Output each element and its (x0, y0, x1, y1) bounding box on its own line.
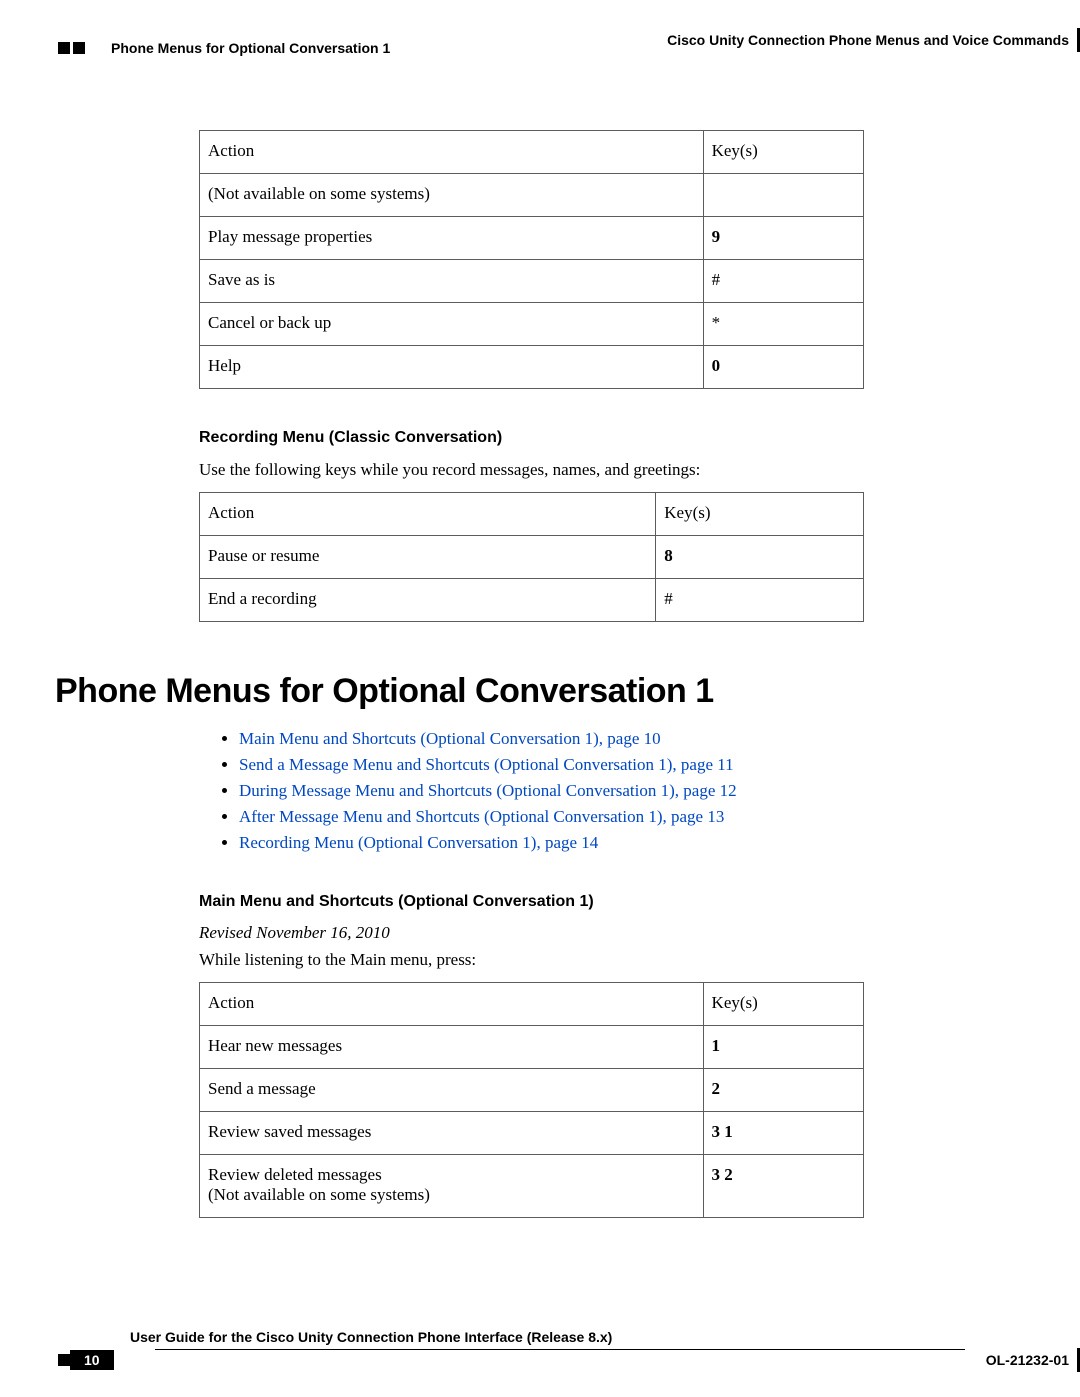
link-after-message[interactable]: After Message Menu and Shortcuts (Option… (239, 807, 724, 826)
header-section-title: Phone Menus for Optional Conversation 1 (111, 40, 390, 56)
table-row: Pause or resume 8 (200, 535, 864, 578)
list-item: During Message Menu and Shortcuts (Optio… (239, 781, 880, 801)
table-row: Action Key(s) (200, 492, 864, 535)
list-item: Recording Menu (Optional Conversation 1)… (239, 833, 880, 853)
list-item: After Message Menu and Shortcuts (Option… (239, 807, 880, 827)
cell-key: # (703, 260, 863, 303)
table-row: Cancel or back up * (200, 303, 864, 346)
cell-action: (Not available on some systems) (200, 174, 704, 217)
cell-key: * (703, 303, 863, 346)
cell-key: 2 (703, 1068, 863, 1111)
col-action-header: Action (200, 492, 656, 535)
cell-key: 0 (703, 346, 863, 389)
cell-key: 9 (703, 217, 863, 260)
header-right: Cisco Unity Connection Phone Menus and V… (667, 28, 1080, 52)
cell-action: End a recording (200, 578, 656, 621)
cell-action: Hear new messages (200, 1025, 704, 1068)
header-square-2 (73, 42, 85, 54)
cell-action: Help (200, 346, 704, 389)
footer-square (58, 1354, 70, 1366)
col-key-header: Key(s) (703, 131, 863, 174)
table-recording: Action Key(s) Pause or resume 8 End a re… (199, 492, 864, 622)
cell-key (703, 174, 863, 217)
page-title: Phone Menus for Optional Conversation 1 (55, 672, 880, 711)
cell-action: Cancel or back up (200, 303, 704, 346)
footer-guide-title: User Guide for the Cisco Unity Connectio… (130, 1329, 1080, 1345)
cell-key: 3 1 (703, 1111, 863, 1154)
cell-action: Save as is (200, 260, 704, 303)
cell-action: Review deleted messages (Not available o… (200, 1154, 704, 1217)
link-recording[interactable]: Recording Menu (Optional Conversation 1)… (239, 833, 598, 852)
footer-rule (155, 1349, 965, 1350)
link-during-message[interactable]: During Message Menu and Shortcuts (Optio… (239, 781, 737, 800)
recording-heading: Recording Menu (Classic Conversation) (199, 429, 880, 447)
header-doc-title: Cisco Unity Connection Phone Menus and V… (667, 32, 1069, 48)
cell-action-main: Review deleted messages (208, 1165, 382, 1184)
col-action-header: Action (200, 131, 704, 174)
mainmenu-intro: While listening to the Main menu, press: (199, 949, 880, 972)
table-mainmenu: Action Key(s) Hear new messages 1 Send a… (199, 982, 864, 1218)
mainmenu-heading: Main Menu and Shortcuts (Optional Conver… (199, 893, 880, 911)
cell-action: Review saved messages (200, 1111, 704, 1154)
table-row: Hear new messages 1 (200, 1025, 864, 1068)
list-item: Main Menu and Shortcuts (Optional Conver… (239, 729, 880, 749)
cell-key: # (656, 578, 864, 621)
table-row: Action Key(s) (200, 131, 864, 174)
revised-date: Revised November 16, 2010 (199, 923, 880, 943)
table-row: Help 0 (200, 346, 864, 389)
col-key-header: Key(s) (656, 492, 864, 535)
link-main-menu[interactable]: Main Menu and Shortcuts (Optional Conver… (239, 729, 661, 748)
page-number: 10 (70, 1350, 114, 1370)
table-row: (Not available on some systems) (200, 174, 864, 217)
table-row: Send a message 2 (200, 1068, 864, 1111)
table-row: Play message properties 9 (200, 217, 864, 260)
col-action-header: Action (200, 982, 704, 1025)
list-item: Send a Message Menu and Shortcuts (Optio… (239, 755, 880, 775)
table-row: Action Key(s) (200, 982, 864, 1025)
recording-intro: Use the following keys while you record … (199, 459, 880, 482)
table-row: End a recording # (200, 578, 864, 621)
cell-action: Play message properties (200, 217, 704, 260)
footer-left: 10 (55, 1350, 114, 1370)
cell-action: Send a message (200, 1068, 704, 1111)
table-row: Review deleted messages (Not available o… (200, 1154, 864, 1217)
table-row: Save as is # (200, 260, 864, 303)
footer-right: OL-21232-01 (986, 1348, 1080, 1372)
table-action-keys-1: Action Key(s) (Not available on some sys… (199, 130, 864, 389)
col-key-header: Key(s) (703, 982, 863, 1025)
cell-key: 3 2 (703, 1154, 863, 1217)
cell-action-note: (Not available on some systems) (208, 1185, 430, 1204)
cell-key: 1 (703, 1025, 863, 1068)
header-square-1 (58, 42, 70, 54)
doc-id: OL-21232-01 (986, 1352, 1069, 1368)
cell-action: Pause or resume (200, 535, 656, 578)
link-list: Main Menu and Shortcuts (Optional Conver… (239, 729, 880, 853)
table-row: Review saved messages 3 1 (200, 1111, 864, 1154)
link-send-message[interactable]: Send a Message Menu and Shortcuts (Optio… (239, 755, 734, 774)
cell-key: 8 (656, 535, 864, 578)
header-left: Phone Menus for Optional Conversation 1 (55, 40, 390, 56)
